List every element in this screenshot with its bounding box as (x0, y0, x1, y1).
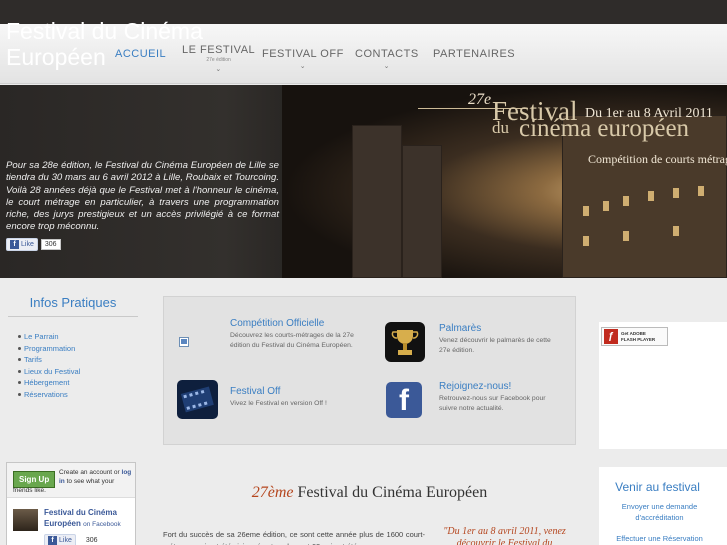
feature-palmares-desc: Venez découvrir le palmarès de cette 27e… (439, 337, 551, 354)
signup-button[interactable]: Sign Up (13, 471, 56, 488)
like-label: Like (59, 537, 72, 544)
signup-subtext: friends like. (13, 487, 46, 494)
facebook-page-like: f Like 306 (44, 534, 98, 545)
like-count: 306 (85, 537, 98, 544)
signup-text: Create an account or log in to see what … (59, 469, 135, 486)
facebook-icon[interactable]: f (386, 382, 422, 418)
feature-competition-title[interactable]: Compétition Officielle (230, 318, 360, 329)
broken-image-icon[interactable] (179, 337, 189, 347)
film-reel-icon[interactable] (177, 380, 218, 419)
facebook-page-thumbnail[interactable] (13, 509, 38, 531)
main-title-number: 27ème (251, 484, 294, 501)
signup-text-post: to see what your (66, 477, 115, 485)
flash-player-box: ƒ Get ADOBE FLASH PLAYER (599, 322, 727, 449)
flash-text: Get ADOBE FLASH PLAYER (621, 331, 655, 342)
feature-rejoignez-desc: Retrouvez-nous sur Facebook pour suivre … (439, 395, 546, 412)
infos-pratiques: Infos Pratiques Le Parrain Programmation… (8, 295, 138, 400)
nav-festival-off[interactable]: FESTIVAL OFF ⌄ (262, 48, 344, 70)
venir-title: Venir au festival (615, 480, 700, 494)
feature-competition[interactable]: Compétition Officielle Découvrez les cou… (230, 318, 360, 351)
building-shape (352, 125, 402, 278)
infos-link-lieux[interactable]: Lieux du Festival (18, 366, 138, 378)
main-title: 27ème Festival du Cinéma Européen (163, 484, 576, 502)
main-text: Fort du succès de sa 26eme édition, ce s… (163, 530, 425, 545)
infos-link-programmation[interactable]: Programmation (18, 343, 138, 355)
banner-du: du (492, 118, 509, 137)
infos-title: Infos Pratiques (8, 295, 138, 317)
features-panel: Compétition Officielle Découvrez les cou… (163, 296, 576, 445)
nav-festival-off-label: FESTIVAL OFF (262, 48, 344, 60)
infos-link-tarifs[interactable]: Tarifs (18, 354, 138, 366)
like-count: 306 (40, 239, 61, 250)
nav-partenaires-label: PARTENAIRES (433, 48, 516, 60)
hero-facebook-like: f Like 306 (6, 238, 61, 251)
building-shape (402, 145, 442, 278)
banner-dates: Du 1er au 8 Avril 2011 (585, 106, 713, 121)
facebook-icon: f (48, 536, 57, 545)
hero-description: Pour sa 28e édition, le Festival du Ciné… (6, 160, 279, 233)
nav-partenaires[interactable]: PARTENAIRES (433, 48, 515, 60)
feature-rejoignez[interactable]: Rejoignez-nous! Retrouvez-nous sur Faceb… (439, 381, 554, 414)
facebook-signup-row: Sign Up Create an account or log in to s… (7, 463, 135, 498)
main-title-rest: Festival du Cinéma Européen (297, 484, 488, 501)
signup-text-pre: Create an account or (59, 469, 120, 476)
chevron-down-icon: ⌄ (299, 63, 307, 70)
accreditation-link[interactable]: Envoyer une demande d'accréditation (599, 501, 720, 523)
infos-link-parrain[interactable]: Le Parrain (18, 331, 138, 343)
page-on-facebook: on Facebook (83, 520, 121, 528)
facebook-widget: Sign Up Create an account or log in to s… (6, 462, 136, 545)
banner-edition-number: 27e (468, 91, 492, 108)
hero-title-line2: Européen (6, 44, 106, 70)
infos-link-hebergement[interactable]: Hébergement (18, 377, 138, 389)
banner-competition: Compétition de courts métrage (588, 152, 727, 166)
feature-competition-desc: Découvrez les courts-métrages de la 27e … (230, 332, 354, 349)
infos-list: Le Parrain Programmation Tarifs Lieux du… (8, 331, 138, 400)
feature-palmares-title[interactable]: Palmarès (439, 323, 554, 334)
feature-festival-off[interactable]: Festival Off Vivez le Festival en versio… (230, 386, 360, 409)
flash-line2: FLASH PLAYER (621, 336, 656, 342)
hero-title: Festival du Cinéma Européen (6, 18, 203, 70)
nav-contacts-label: CONTACTS (355, 48, 419, 60)
facebook-page-name[interactable]: Festival du Cinéma Européen on Facebook (44, 508, 134, 530)
facebook-icon: f (10, 240, 19, 249)
feature-festival-off-desc: Vivez le Festival en version Off ! (230, 400, 327, 407)
hero-title-line1: Festival du Cinéma (6, 18, 203, 44)
trophy-icon[interactable] (385, 322, 425, 362)
nav-contacts[interactable]: CONTACTS ⌄ (355, 48, 419, 70)
chevron-down-icon: ⌄ (383, 63, 391, 70)
infos-link-reservations[interactable]: Réservations (18, 389, 138, 401)
venir-au-festival: Venir au festival Envoyer une demande d'… (599, 467, 727, 545)
get-flash-player-badge[interactable]: ƒ Get ADOBE FLASH PLAYER (601, 327, 668, 346)
like-label: Like (21, 241, 34, 248)
feature-palmares[interactable]: Palmarès Venez découvrir le palmarès de … (439, 323, 554, 356)
facebook-like-button[interactable]: f Like (44, 534, 76, 545)
feature-festival-off-title[interactable]: Festival Off (230, 386, 360, 397)
flash-icon: ƒ (604, 329, 618, 344)
main-quote: "Du 1er au 8 avril 2011, venez découvrir… (443, 526, 566, 545)
reservation-link[interactable]: Effectuer une Réservation (599, 533, 720, 544)
facebook-like-button[interactable]: f Like (6, 238, 38, 251)
feature-rejoignez-title[interactable]: Rejoignez-nous! (439, 381, 554, 392)
